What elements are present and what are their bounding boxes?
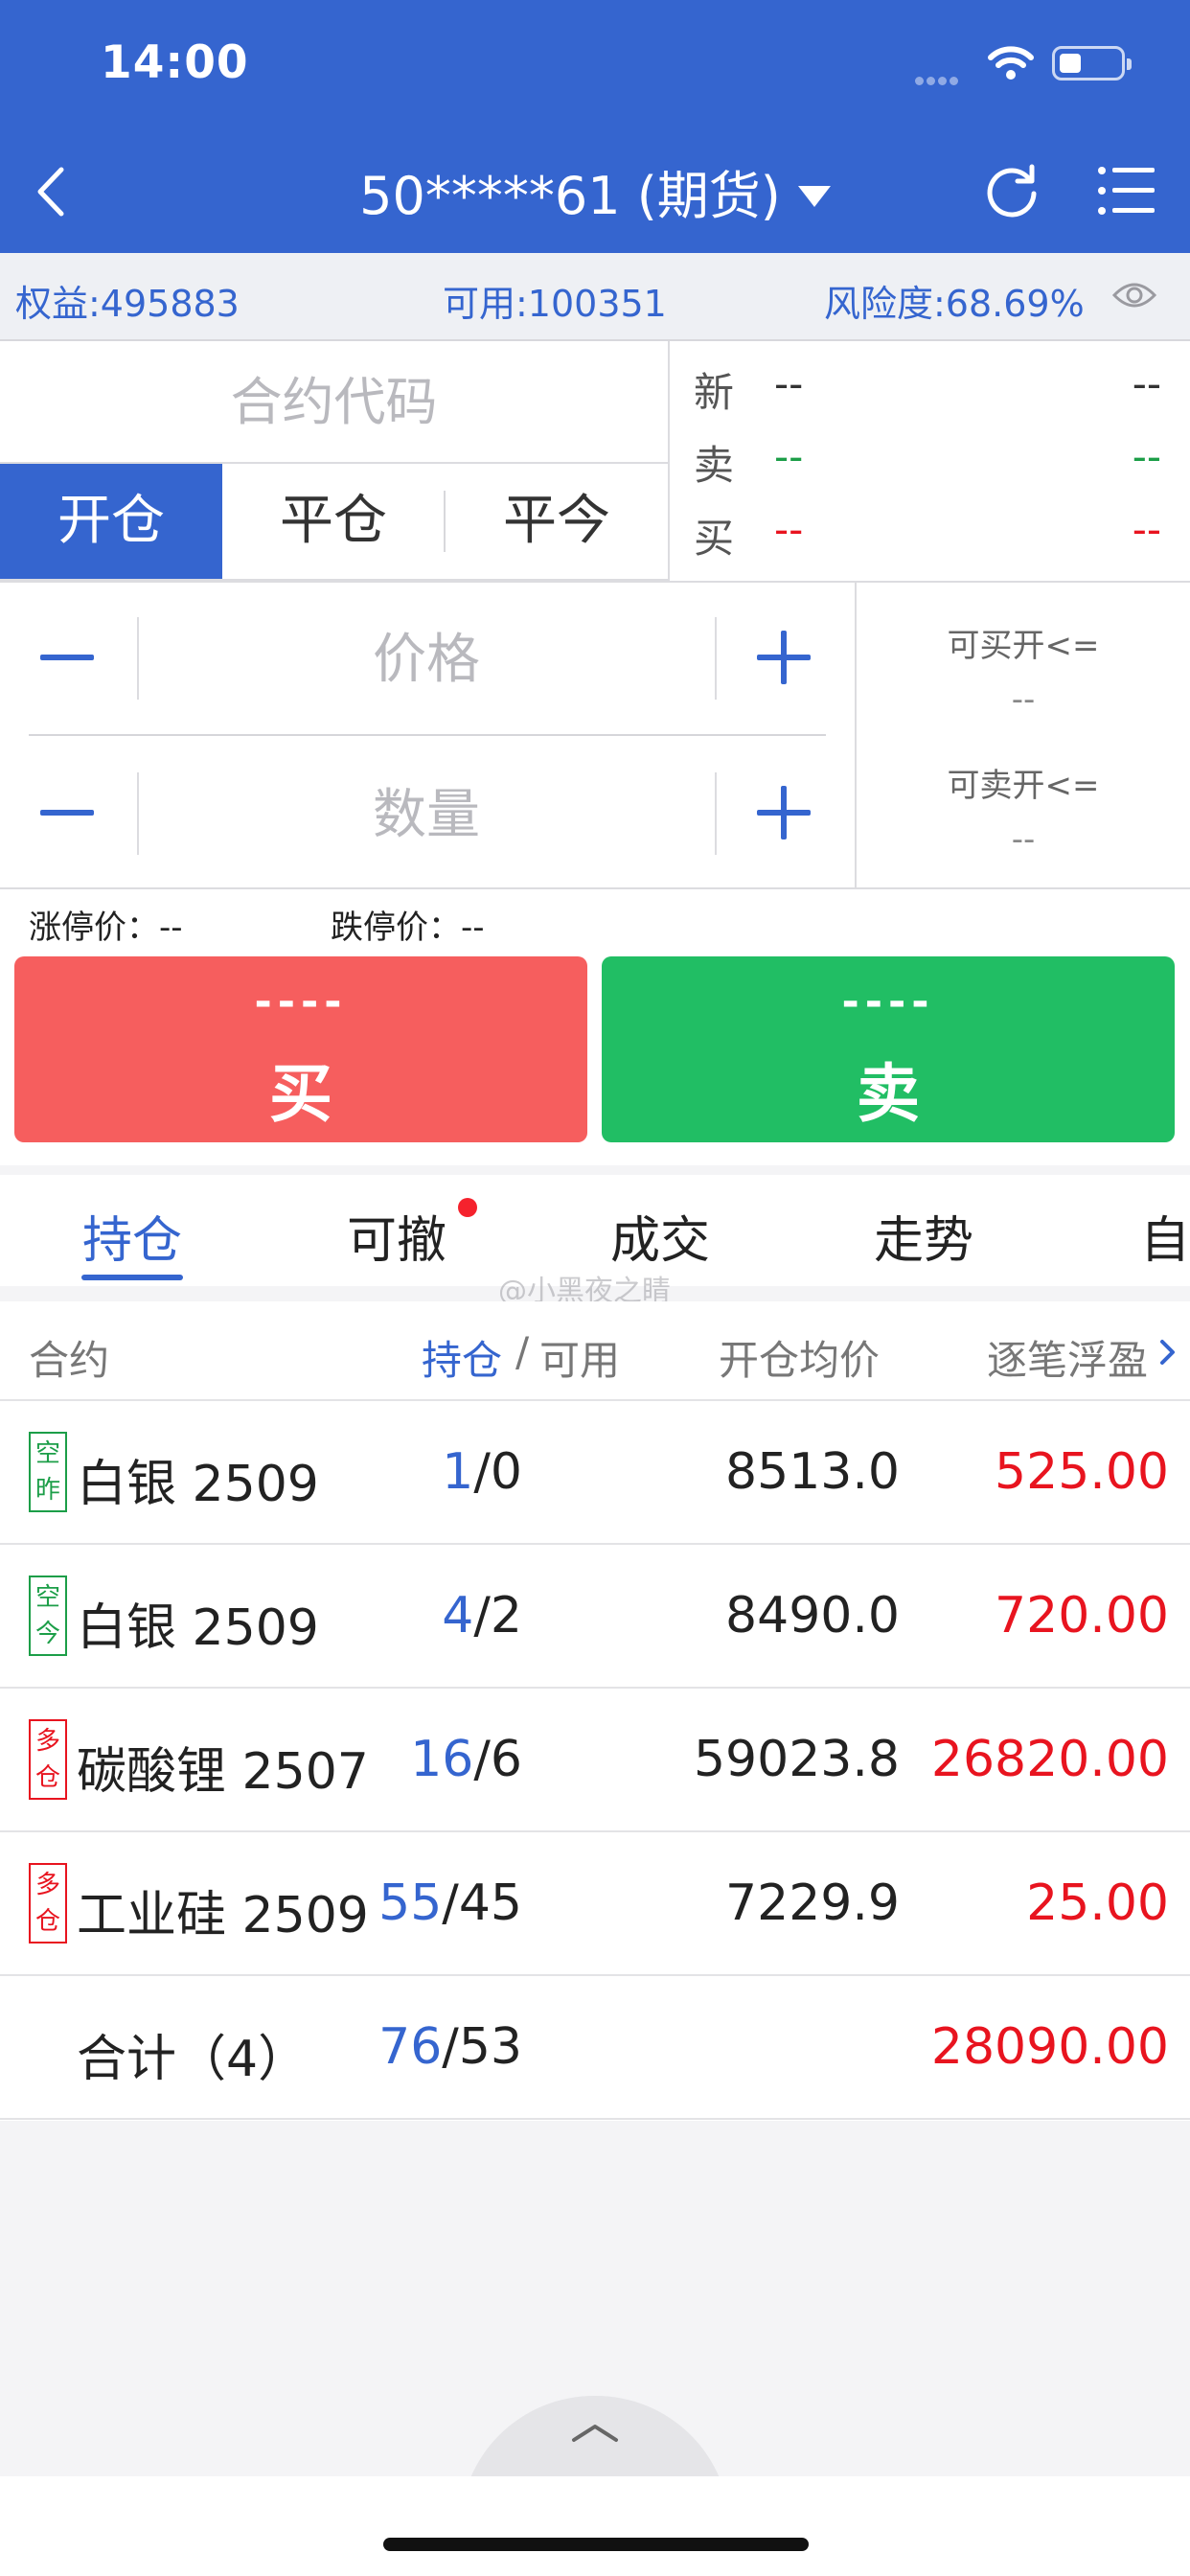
limit-up-text: 涨停价：-- (29, 908, 183, 947)
home-bar-area (0, 2476, 1190, 2576)
eye-toggle-icon[interactable] (1111, 276, 1157, 314)
price-input[interactable] (144, 621, 709, 698)
tab-trades[interactable]: 成交 (610, 1200, 710, 1272)
can-sell-label: 可卖开<= (947, 767, 1100, 805)
table-row[interactable]: 空今 白银 2509 4/2 8490.0 720.00 (0, 1545, 1190, 1689)
order-type-tabs: 开仓 平仓 平今 (0, 464, 668, 581)
quote-row-ask: 卖 -- -- (671, 433, 1190, 491)
sell-label: 卖 (857, 1057, 920, 1131)
tab-more[interactable]: 自 (1140, 1200, 1190, 1272)
plus-icon (781, 786, 787, 840)
can-buy-value: -- (1011, 680, 1036, 719)
avg-price: 7229.9 (725, 1874, 900, 1932)
float-pl: 720.00 (995, 1587, 1169, 1644)
tab-positions[interactable]: 持仓 (82, 1200, 182, 1272)
order-panel: 开仓 平仓 平今 新 -- -- 卖 -- -- 买 -- -- (0, 341, 1190, 889)
top-bar: 14:00 50*****61 (期货) (0, 0, 1190, 253)
limit-down-text: 跌停价：-- (331, 908, 485, 947)
dropdown-caret-icon (797, 186, 831, 208)
buy-label: 买 (269, 1057, 332, 1131)
quantity-minus-button[interactable] (40, 810, 94, 816)
hold-avail: 16/6 (410, 1731, 522, 1788)
active-tab-indicator (81, 1275, 183, 1280)
plus-icon (781, 631, 787, 684)
quote-value: -- (1132, 360, 1161, 407)
quantity-input[interactable] (144, 776, 709, 853)
quote-value: -- (774, 433, 804, 480)
limit-prices: 涨停价：-- 跌停价：-- (0, 889, 1190, 951)
hold-avail: 4/2 (442, 1587, 522, 1644)
float-pl: 25.00 (1026, 1874, 1169, 1932)
cellular-signal-icon (915, 71, 969, 85)
battery-icon (1052, 46, 1132, 80)
quote-label: 卖 (694, 442, 735, 489)
wifi-icon (988, 46, 1034, 80)
header-contract: 合约 (29, 1337, 110, 1384)
table-row[interactable]: 多仓 碳酸锂 2507 16/6 59023.8 26820.00 (0, 1689, 1190, 1832)
tab-close-today[interactable]: 平今 (446, 464, 668, 579)
buy-button[interactable]: ---- 买 (14, 956, 587, 1142)
header-float-pl: 逐笔浮盈 (987, 1337, 1149, 1384)
quote-row-bid: 买 -- -- (671, 506, 1190, 564)
quote-value: -- (1132, 506, 1161, 553)
positions-table: 合约 持仓 / 可用 开仓均价 逐笔浮盈 空昨 白银 2509 1/0 8513… (0, 1301, 1190, 2121)
quote-value: -- (774, 360, 804, 407)
quote-value: -- (774, 506, 804, 553)
account-label: 50*****61 (期货) (359, 166, 781, 226)
avg-price: 59023.8 (693, 1731, 900, 1788)
equity-text: 权益:495883 (15, 283, 240, 325)
can-buy-label: 可买开<= (947, 627, 1100, 665)
account-summary: 权益:495883 可用:100351 风险度:68.69% (0, 253, 1190, 341)
chevron-up-icon (572, 2425, 618, 2442)
divider (668, 341, 670, 581)
tab-trend[interactable]: 走势 (874, 1200, 973, 1272)
quantity-stepper (0, 738, 853, 891)
float-pl: 525.00 (995, 1443, 1169, 1501)
quote-row-last: 新 -- -- (671, 360, 1190, 418)
tab-open[interactable]: 开仓 (0, 464, 222, 579)
avg-price: 8513.0 (725, 1443, 900, 1501)
header-avg-price: 开仓均价 (719, 1337, 881, 1384)
notification-dot (458, 1198, 477, 1217)
risk-text: 风险度:68.69% (824, 283, 1085, 325)
available-text: 可用:100351 (443, 283, 667, 325)
sell-price: ---- (841, 978, 935, 1026)
home-indicator[interactable] (383, 2538, 809, 2551)
divider (715, 617, 717, 700)
hold-avail: 1/0 (442, 1443, 522, 1501)
buy-price: ---- (254, 978, 348, 1026)
table-header: 合约 持仓 / 可用 开仓均价 逐笔浮盈 (0, 1301, 1190, 1401)
tab-close[interactable]: 平仓 (222, 464, 445, 579)
header-hold: 持仓 (422, 1337, 503, 1384)
quote-box: 新 -- -- 卖 -- -- 买 -- -- (671, 341, 1190, 581)
total-pl: 28090.00 (930, 2018, 1169, 2076)
divider (137, 772, 139, 855)
table-row[interactable]: 多仓 工业硅 2509 55/45 7229.9 25.00 (0, 1832, 1190, 1976)
sell-button[interactable]: ---- 卖 (602, 956, 1175, 1142)
status-time: 14:00 (101, 36, 249, 89)
header-sep: / (515, 1328, 530, 1375)
menu-list-button[interactable] (1097, 163, 1156, 218)
trade-buttons: ---- 买 ---- 卖 (0, 951, 1190, 1165)
price-stepper (0, 583, 853, 736)
price-minus-button[interactable] (40, 655, 94, 660)
quote-value: -- (1132, 433, 1161, 480)
hold-avail: 55/45 (378, 1874, 522, 1932)
tab-cancellable[interactable]: 可撤 (347, 1200, 446, 1272)
quote-label: 新 (694, 369, 735, 416)
refresh-button[interactable] (982, 161, 1041, 220)
chevron-right-icon[interactable] (1157, 1338, 1179, 1367)
total-row: 合计（4） 76/53 28090.00 (0, 1976, 1190, 2120)
table-row[interactable]: 空昨 白银 2509 1/0 8513.0 525.00 (0, 1401, 1190, 1545)
header-avail: 可用 (539, 1337, 621, 1384)
can-sell-value: -- (1011, 820, 1036, 859)
contract-code-input[interactable] (0, 341, 668, 464)
divider (137, 617, 139, 700)
float-pl: 26820.00 (930, 1731, 1169, 1788)
avg-price: 8490.0 (725, 1587, 900, 1644)
quote-label: 买 (694, 515, 735, 562)
divider (29, 734, 826, 736)
total-hold-avail: 76/53 (378, 2018, 522, 2076)
divider (715, 772, 717, 855)
